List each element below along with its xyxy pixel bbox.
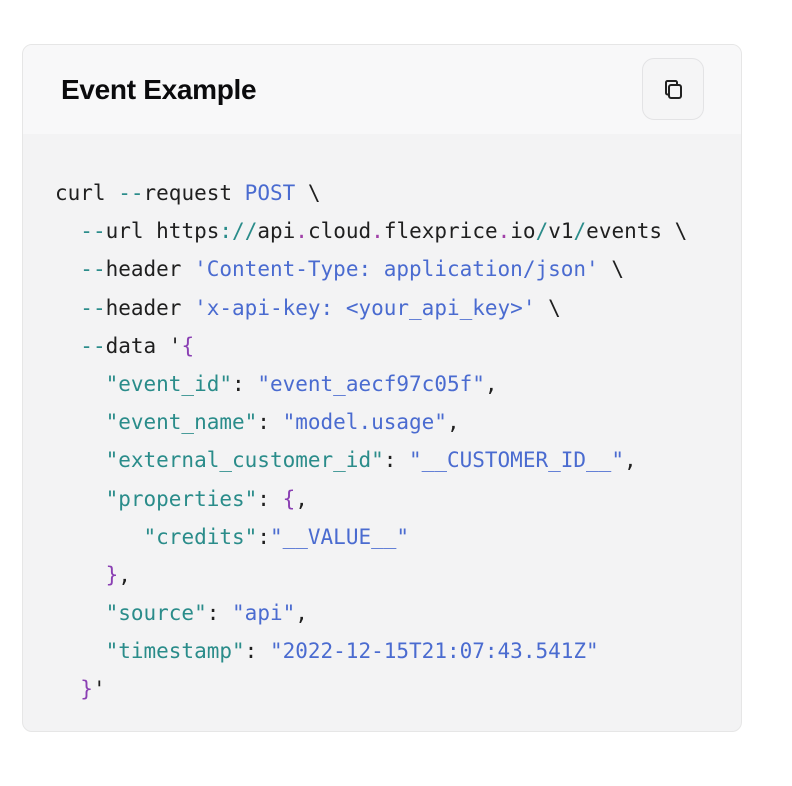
code-token: events \ — [586, 219, 688, 244]
code-example-card: Event Example curl --request POST \ --ur… — [22, 44, 742, 732]
code-token: ' — [92, 677, 106, 702]
code-line: --url https://api.cloud.flexprice.io/v1/… — [55, 212, 687, 250]
code-token: api — [257, 219, 296, 244]
code-token: : — [244, 639, 270, 664]
code-line: }, — [55, 556, 687, 594]
code-token: : — [257, 486, 283, 511]
code-token: : — [219, 219, 233, 244]
code-token: "properties" — [105, 486, 258, 511]
code-token: : — [257, 410, 283, 435]
code-token: -- — [80, 295, 106, 320]
code-token: 'Content-Type: application/json' — [194, 257, 599, 282]
code-token: "event_name" — [105, 410, 258, 435]
code-line: "properties": {, — [55, 480, 687, 518]
code-token: , — [484, 371, 498, 396]
code-token: , — [446, 410, 460, 435]
code-line: "credits":"__VALUE__" — [55, 518, 687, 556]
code-token: \ — [295, 181, 321, 205]
code-line: "external_customer_id": "__CUSTOMER_ID__… — [55, 441, 687, 479]
code-token: v1 — [548, 219, 574, 244]
code-token: url https — [105, 219, 220, 244]
code-line: "timestamp": "2022-12-15T21:07:43.541Z" — [55, 632, 687, 670]
code-line: "event_name": "model.usage", — [55, 403, 687, 441]
code-token: header — [105, 257, 195, 282]
code-token: -- — [80, 257, 106, 282]
code-line: --header 'x-api-key: <your_api_key>' \ — [55, 289, 687, 327]
code-token: "__VALUE__" — [269, 524, 410, 549]
code-token: . — [295, 219, 308, 244]
code-token: { — [282, 486, 296, 511]
code-token: } — [105, 562, 119, 587]
code-line: }' — [55, 670, 687, 708]
code-token: "credits" — [143, 524, 258, 549]
code-token: : — [206, 601, 233, 626]
code-token: data ' — [105, 333, 182, 358]
code-token: "event_aecf97c05f" — [257, 371, 485, 396]
code-token: , — [118, 562, 131, 587]
code-token: io — [510, 219, 536, 244]
code-token: : — [257, 524, 270, 549]
code-token: \ — [535, 295, 561, 320]
code-token: , — [295, 486, 308, 511]
code-token: -- — [80, 333, 106, 358]
code-token: "timestamp" — [105, 639, 245, 664]
code-line: "event_id": "event_aecf97c05f", — [55, 365, 687, 403]
code-token: curl — [55, 181, 119, 205]
code-token: flexprice — [383, 219, 498, 244]
code-token: , — [295, 601, 308, 626]
code-token: "__CUSTOMER_ID__" — [409, 448, 624, 473]
copy-icon — [660, 76, 686, 102]
code-token: 'x-api-key: <your_api_key>' — [194, 295, 536, 320]
code-token: -- — [118, 181, 144, 205]
code-line: curl --request POST \ — [55, 174, 687, 212]
code-line: --header 'Content-Type: application/json… — [55, 250, 687, 288]
code-line: --data '{ — [55, 327, 687, 365]
code-token: . — [371, 219, 384, 244]
code-line: "source": "api", — [55, 594, 687, 632]
code-block[interactable]: curl --request POST \ --url https://api.… — [55, 174, 687, 709]
code-token: // — [232, 219, 258, 244]
code-token: "model.usage" — [282, 410, 447, 435]
code-token: header — [105, 295, 195, 320]
card-title: Event Example — [61, 74, 257, 105]
card-header: Event Example — [23, 45, 741, 134]
code-token: cloud — [307, 219, 372, 244]
code-token: "source" — [105, 601, 207, 626]
code-token: . — [497, 219, 511, 244]
code-token: } — [80, 677, 93, 702]
code-token: { — [181, 333, 195, 358]
code-token: , — [623, 448, 637, 473]
code-token: POST — [244, 181, 296, 205]
code-token: : — [232, 371, 258, 396]
code-token: : — [383, 448, 410, 473]
copy-button[interactable] — [642, 58, 704, 120]
code-token: "external_customer_id" — [105, 448, 384, 473]
code-token: \ — [598, 257, 624, 282]
code-token: "2022-12-15T21:07:43.541Z" — [269, 639, 599, 664]
code-token: / — [535, 219, 549, 244]
code-token: request — [143, 181, 245, 205]
code-token: / — [573, 219, 587, 244]
code-token: -- — [80, 219, 106, 244]
code-token: "event_id" — [105, 371, 233, 396]
code-token: "api" — [232, 601, 296, 626]
